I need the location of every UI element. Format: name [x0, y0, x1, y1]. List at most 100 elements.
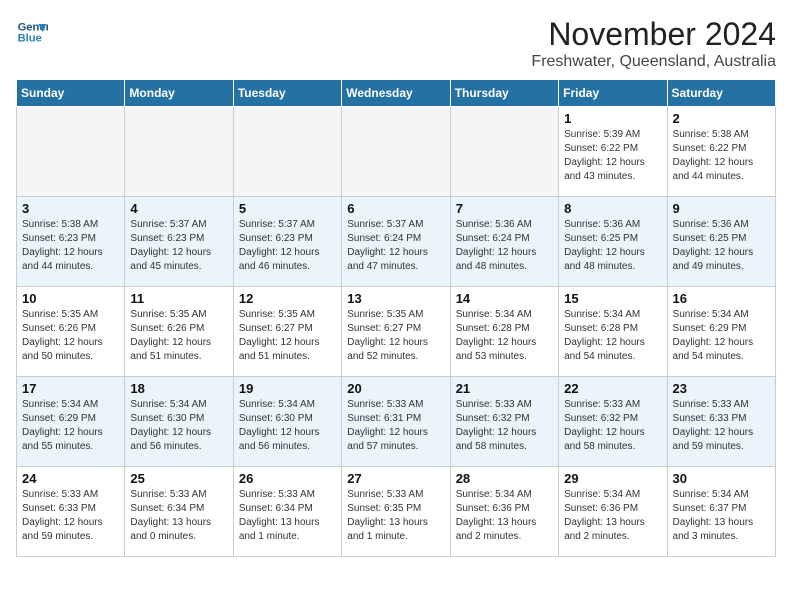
day-number: 8	[564, 201, 661, 216]
calendar-cell: 30Sunrise: 5:34 AM Sunset: 6:37 PM Dayli…	[667, 467, 775, 557]
weekday-header-row: SundayMondayTuesdayWednesdayThursdayFrid…	[17, 80, 776, 107]
day-info: Sunrise: 5:33 AM Sunset: 6:33 PM Dayligh…	[673, 398, 770, 454]
day-info: Sunrise: 5:33 AM Sunset: 6:33 PM Dayligh…	[22, 488, 119, 544]
week-row-3: 10 Sunrise: 5:35 AM Sunset: 6:26 PM Dayli…	[17, 287, 776, 377]
calendar-cell: 24 Sunrise: 5:33 AM Sunset: 6:33 PM Dayli…	[17, 467, 125, 557]
day-info: Sunrise: 5:33 AM Sunset: 6:34 PM Dayligh…	[130, 488, 227, 544]
calendar-cell: 25 Sunrise: 5:33 AM Sunset: 6:34 PM Dayli…	[125, 467, 233, 557]
calendar-cell: 8 Sunrise: 5:36 AM Sunset: 6:25 PM Daylig…	[559, 197, 667, 287]
svg-text:Blue: Blue	[18, 33, 42, 45]
calendar-cell: 14Sunrise: 5:34 AM Sunset: 6:28 PM Dayli…	[450, 287, 558, 377]
day-info: Sunrise: 5:37 AM Sunset: 6:23 PM Dayligh…	[239, 218, 336, 274]
calendar-cell: 19Sunrise: 5:34 AM Sunset: 6:30 PM Dayli…	[233, 377, 341, 467]
day-info: Sunrise: 5:36 AM Sunset: 6:25 PM Dayligh…	[564, 218, 661, 274]
day-info: Sunrise: 5:33 AM Sunset: 6:35 PM Dayligh…	[347, 488, 444, 544]
day-number: 5	[239, 201, 336, 216]
day-number: 29	[564, 471, 661, 486]
calendar-cell: 11 Sunrise: 5:35 AM Sunset: 6:26 PM Dayli…	[125, 287, 233, 377]
calendar-cell: 29 Sunrise: 5:34 AM Sunset: 6:36 PM Dayli…	[559, 467, 667, 557]
calendar-cell: 1Sunrise: 5:39 AM Sunset: 6:22 PM Daylig…	[559, 107, 667, 197]
day-info: Sunrise: 5:34 AM Sunset: 6:30 PM Dayligh…	[130, 398, 227, 454]
day-number: 26	[239, 471, 336, 486]
weekday-header-tuesday: Tuesday	[233, 80, 341, 107]
day-info: Sunrise: 5:38 AM Sunset: 6:23 PM Dayligh…	[22, 218, 119, 274]
calendar-cell: 15 Sunrise: 5:34 AM Sunset: 6:28 PM Dayli…	[559, 287, 667, 377]
calendar-table: SundayMondayTuesdayWednesdayThursdayFrid…	[16, 79, 776, 557]
day-number: 15	[564, 291, 661, 306]
calendar-cell: 4 Sunrise: 5:37 AM Sunset: 6:23 PM Daylig…	[125, 197, 233, 287]
week-row-4: 17Sunrise: 5:34 AM Sunset: 6:29 PM Dayli…	[17, 377, 776, 467]
day-number: 4	[130, 201, 227, 216]
day-number: 27	[347, 471, 444, 486]
day-number: 21	[456, 381, 553, 396]
header: General Blue November 2024 Freshwater, Q…	[16, 16, 776, 71]
day-info: Sunrise: 5:35 AM Sunset: 6:27 PM Dayligh…	[347, 308, 444, 364]
day-number: 11	[130, 291, 227, 306]
logo: General Blue	[16, 16, 48, 48]
day-info: Sunrise: 5:39 AM Sunset: 6:22 PM Dayligh…	[564, 128, 661, 184]
weekday-header-thursday: Thursday	[450, 80, 558, 107]
logo-icon: General Blue	[16, 16, 48, 48]
calendar-cell: 26 Sunrise: 5:33 AM Sunset: 6:34 PM Dayli…	[233, 467, 341, 557]
calendar-cell: 9 Sunrise: 5:36 AM Sunset: 6:25 PM Daylig…	[667, 197, 775, 287]
day-info: Sunrise: 5:34 AM Sunset: 6:36 PM Dayligh…	[564, 488, 661, 544]
day-info: Sunrise: 5:34 AM Sunset: 6:37 PM Dayligh…	[673, 488, 770, 544]
day-info: Sunrise: 5:37 AM Sunset: 6:24 PM Dayligh…	[347, 218, 444, 274]
calendar-cell: 6 Sunrise: 5:37 AM Sunset: 6:24 PM Daylig…	[342, 197, 450, 287]
day-number: 24	[22, 471, 119, 486]
day-number: 18	[130, 381, 227, 396]
day-number: 25	[130, 471, 227, 486]
calendar-cell: 3 Sunrise: 5:38 AM Sunset: 6:23 PM Daylig…	[17, 197, 125, 287]
day-info: Sunrise: 5:35 AM Sunset: 6:26 PM Dayligh…	[130, 308, 227, 364]
day-number: 10	[22, 291, 119, 306]
day-info: Sunrise: 5:34 AM Sunset: 6:28 PM Dayligh…	[564, 308, 661, 364]
day-info: Sunrise: 5:38 AM Sunset: 6:22 PM Dayligh…	[673, 128, 770, 184]
day-number: 9	[673, 201, 770, 216]
calendar-cell: 20 Sunrise: 5:33 AM Sunset: 6:31 PM Dayli…	[342, 377, 450, 467]
weekday-header-saturday: Saturday	[667, 80, 775, 107]
day-info: Sunrise: 5:33 AM Sunset: 6:31 PM Dayligh…	[347, 398, 444, 454]
day-number: 6	[347, 201, 444, 216]
day-info: Sunrise: 5:35 AM Sunset: 6:27 PM Dayligh…	[239, 308, 336, 364]
day-info: Sunrise: 5:34 AM Sunset: 6:29 PM Dayligh…	[22, 398, 119, 454]
day-number: 3	[22, 201, 119, 216]
calendar-cell: 21 Sunrise: 5:33 AM Sunset: 6:32 PM Dayli…	[450, 377, 558, 467]
calendar-cell	[450, 107, 558, 197]
weekday-header-wednesday: Wednesday	[342, 80, 450, 107]
calendar-cell: 16Sunrise: 5:34 AM Sunset: 6:29 PM Dayli…	[667, 287, 775, 377]
calendar-cell: 12Sunrise: 5:35 AM Sunset: 6:27 PM Dayli…	[233, 287, 341, 377]
weekday-header-friday: Friday	[559, 80, 667, 107]
calendar-cell: 7Sunrise: 5:36 AM Sunset: 6:24 PM Daylig…	[450, 197, 558, 287]
weekday-header-monday: Monday	[125, 80, 233, 107]
calendar-cell: 10Sunrise: 5:35 AM Sunset: 6:26 PM Dayli…	[17, 287, 125, 377]
month-title: November 2024	[531, 16, 776, 53]
day-info: Sunrise: 5:33 AM Sunset: 6:34 PM Dayligh…	[239, 488, 336, 544]
day-number: 20	[347, 381, 444, 396]
calendar-cell: 5 Sunrise: 5:37 AM Sunset: 6:23 PM Daylig…	[233, 197, 341, 287]
calendar-cell: 27 Sunrise: 5:33 AM Sunset: 6:35 PM Dayli…	[342, 467, 450, 557]
calendar-cell: 22 Sunrise: 5:33 AM Sunset: 6:32 PM Dayli…	[559, 377, 667, 467]
location-title: Freshwater, Queensland, Australia	[531, 53, 776, 71]
day-number: 7	[456, 201, 553, 216]
calendar-cell: 17Sunrise: 5:34 AM Sunset: 6:29 PM Dayli…	[17, 377, 125, 467]
day-number: 2	[673, 111, 770, 126]
calendar-cell: 23Sunrise: 5:33 AM Sunset: 6:33 PM Dayli…	[667, 377, 775, 467]
calendar-cell	[125, 107, 233, 197]
day-info: Sunrise: 5:33 AM Sunset: 6:32 PM Dayligh…	[456, 398, 553, 454]
week-row-2: 3 Sunrise: 5:38 AM Sunset: 6:23 PM Daylig…	[17, 197, 776, 287]
calendar-cell	[17, 107, 125, 197]
calendar-cell	[342, 107, 450, 197]
week-row-1: 1Sunrise: 5:39 AM Sunset: 6:22 PM Daylig…	[17, 107, 776, 197]
day-info: Sunrise: 5:34 AM Sunset: 6:36 PM Dayligh…	[456, 488, 553, 544]
day-info: Sunrise: 5:34 AM Sunset: 6:30 PM Dayligh…	[239, 398, 336, 454]
day-number: 22	[564, 381, 661, 396]
day-number: 28	[456, 471, 553, 486]
day-info: Sunrise: 5:34 AM Sunset: 6:29 PM Dayligh…	[673, 308, 770, 364]
day-info: Sunrise: 5:37 AM Sunset: 6:23 PM Dayligh…	[130, 218, 227, 274]
day-number: 13	[347, 291, 444, 306]
calendar-cell: 2 Sunrise: 5:38 AM Sunset: 6:22 PM Daylig…	[667, 107, 775, 197]
calendar-cell: 13 Sunrise: 5:35 AM Sunset: 6:27 PM Dayli…	[342, 287, 450, 377]
day-info: Sunrise: 5:36 AM Sunset: 6:25 PM Dayligh…	[673, 218, 770, 274]
day-info: Sunrise: 5:33 AM Sunset: 6:32 PM Dayligh…	[564, 398, 661, 454]
title-area: November 2024 Freshwater, Queensland, Au…	[531, 16, 776, 71]
